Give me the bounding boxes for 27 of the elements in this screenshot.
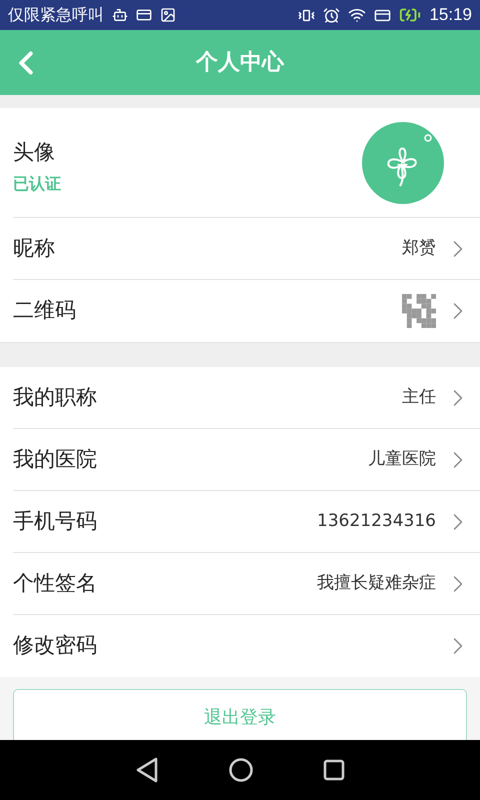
row-label: 个性签名	[13, 570, 98, 597]
row-label: 二维码	[13, 297, 77, 324]
row-value: 儿童医院	[368, 448, 436, 471]
recent-apps-icon[interactable]	[323, 759, 345, 781]
row-value: 13621234316	[317, 510, 436, 533]
image-icon	[160, 7, 176, 23]
row-value: 我擅长疑难杂症	[317, 572, 436, 595]
avatar-label: 头像	[13, 138, 56, 166]
qr-code-icon	[402, 294, 436, 328]
row-value: 郑赟	[402, 236, 436, 260]
avatar-icon	[362, 122, 444, 204]
alarm-icon	[323, 6, 340, 24]
verified-status: 已认证	[13, 173, 62, 196]
page-title: 个人中心	[196, 48, 284, 77]
row-value: 主任	[402, 386, 436, 409]
back-triangle-icon[interactable]	[135, 757, 159, 783]
clock-time: 15:19	[429, 4, 472, 26]
row-label: 我的医院	[13, 446, 98, 473]
row-label: 手机号码	[13, 508, 98, 535]
row-label: 修改密码	[13, 632, 98, 660]
robot-icon	[112, 7, 128, 23]
carrier-text: 仅限紧急呼叫	[8, 4, 104, 26]
row-label: 我的职称	[13, 384, 98, 411]
avatar-row[interactable]: 头像 已认证	[13, 108, 480, 218]
wifi-icon	[348, 6, 366, 24]
home-circle-icon[interactable]	[229, 758, 253, 782]
row-label: 昵称	[13, 234, 56, 262]
